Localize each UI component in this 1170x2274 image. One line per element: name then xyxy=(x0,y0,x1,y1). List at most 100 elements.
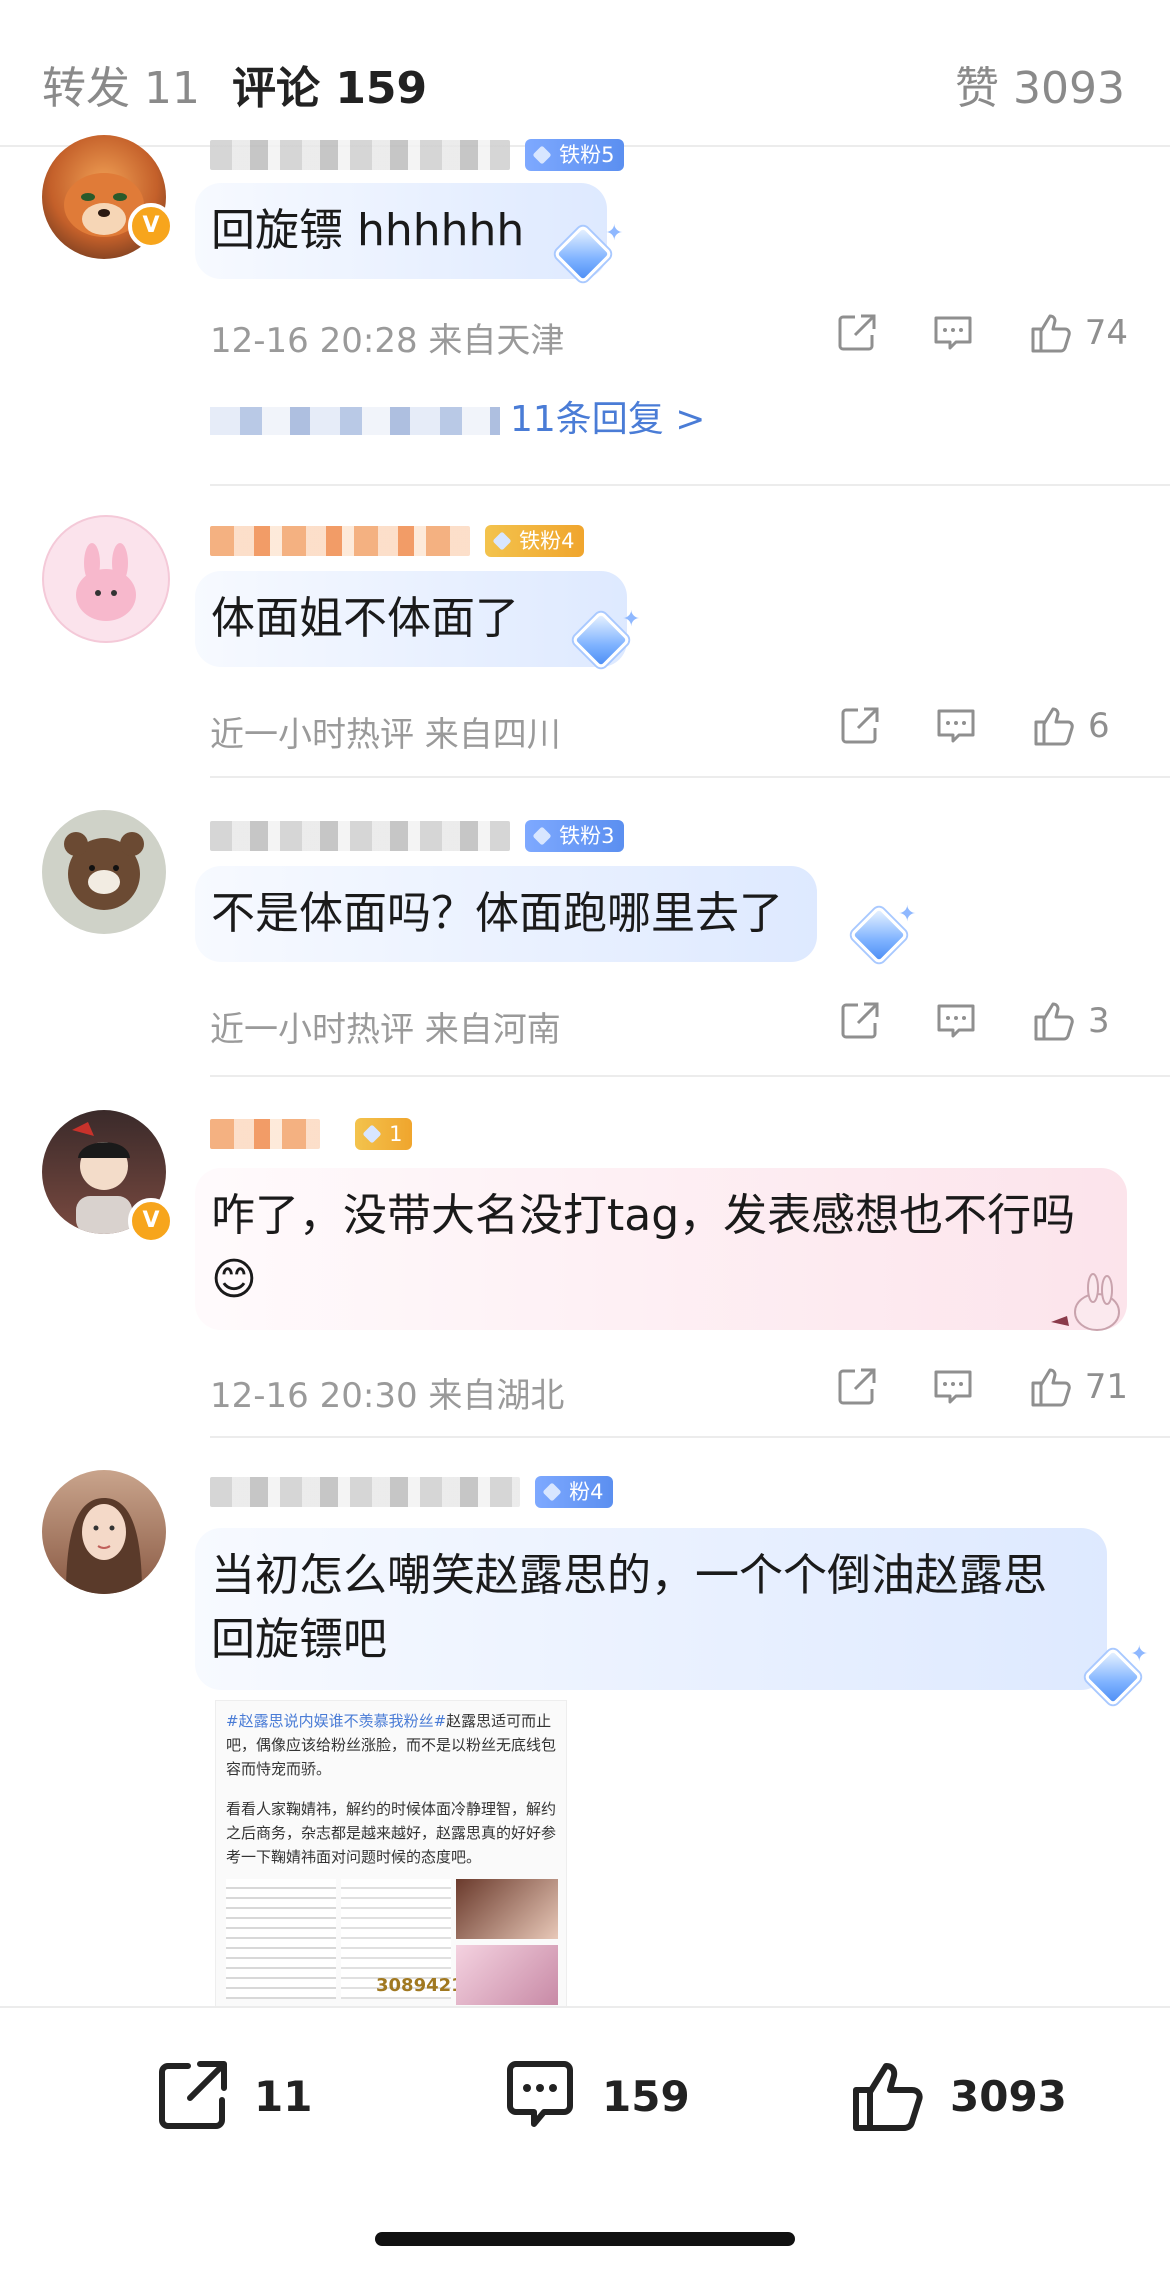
thumbs-up-icon xyxy=(1031,1368,1071,1407)
share-button[interactable] xyxy=(838,999,882,1043)
sparkle-icon: ✦ xyxy=(622,607,641,632)
username-row: 1 xyxy=(210,1118,413,1164)
fan-badge: 粉4 xyxy=(535,1476,614,1508)
divider xyxy=(210,776,1170,778)
username-row: 铁粉4 xyxy=(210,525,585,571)
tab-comments[interactable]: 评论 159 xyxy=(232,52,427,116)
bottom-like-count: 3093 xyxy=(950,2071,1067,2121)
username-blurred[interactable] xyxy=(210,1477,520,1507)
share-icon xyxy=(838,314,876,351)
fan-badge: 铁粉3 xyxy=(525,820,625,852)
comment-icon xyxy=(934,316,972,350)
sparkle-icon: ✦ xyxy=(605,221,624,246)
like-count: 71 xyxy=(1084,1367,1128,1407)
replier-names-blurred xyxy=(210,407,500,435)
attachment-body-2: 看看人家鞠婧祎，解约的时候体面冷静理智，解约之后商务，杂志都是越来越好，赵露思真… xyxy=(226,1800,557,1866)
more-replies-label: 11条回复 > xyxy=(510,399,706,440)
attachment-photo-thumb xyxy=(456,1945,558,2005)
comment-tabs: 转发 11 评论 159 赞 3093 xyxy=(0,0,1170,147)
reply-button[interactable] xyxy=(931,1365,975,1409)
divider xyxy=(210,1075,1170,1077)
comment-text-line1: 咋了，没带大名没打tag，发表感想也不行吗 xyxy=(211,1190,1076,1241)
username-blurred[interactable] xyxy=(210,526,470,556)
comment-actions: 74 xyxy=(783,308,1128,358)
bottom-like-button[interactable]: 3093 xyxy=(848,2056,1067,2136)
comment-meta: 12-16 20:30 来自湖北 xyxy=(210,1376,565,1416)
like-count: 74 xyxy=(1084,313,1128,353)
comment-meta: 近一小时热评 来自四川 xyxy=(210,715,561,755)
comment-icon xyxy=(937,709,975,743)
share-button[interactable] xyxy=(835,311,879,355)
attachment-photo-thumb xyxy=(456,1879,558,1939)
thumbs-up-icon xyxy=(1034,707,1074,746)
like-count: 6 xyxy=(1088,706,1110,746)
comment-attached-image[interactable]: #赵露思说内娱谁不羡慕我粉丝#赵露思适可而止吧，偶像应该给粉丝涨脸，而不是以粉丝… xyxy=(215,1700,567,2012)
plush-bear-avatar-icon xyxy=(64,832,144,910)
username-blurred[interactable] xyxy=(210,821,510,851)
username-row: 粉4 xyxy=(210,1476,614,1522)
comment-text-line2: 回旋镖吧 xyxy=(211,1614,387,1665)
username-row: 铁粉5 xyxy=(210,139,625,185)
comment-item: V 铁粉5 回旋镖 hhhhhh ✦ 12-16 20:28 来自天津 74 1… xyxy=(0,135,1170,485)
attachment-text: #赵露思说内娱谁不羡慕我粉丝#赵露思适可而止吧，偶像应该给粉丝涨脸，而不是以粉丝… xyxy=(216,1701,566,1789)
comment-bubble: 咋了，没带大名没打tag，发表感想也不行吗 😊 xyxy=(195,1168,1127,1330)
comment-text-line1: 当初怎么嘲笑赵露思的，一个个倒油赵露思 xyxy=(211,1550,1047,1601)
fan-badge: 铁粉4 xyxy=(485,525,585,557)
share-icon xyxy=(838,1368,876,1405)
reply-button[interactable] xyxy=(931,311,975,355)
bunny-avatar-icon xyxy=(76,543,136,621)
comment-bubble: 体面姐不体面了 xyxy=(195,571,627,667)
share-icon xyxy=(841,707,879,744)
avatar[interactable] xyxy=(42,1470,166,1594)
comment-meta: 12-16 20:28 来自天津 xyxy=(210,321,565,361)
person-avatar-icon xyxy=(66,1498,142,1594)
like-button[interactable]: 71 xyxy=(1027,1363,1128,1411)
comment-text: 体面姐不体面了 xyxy=(211,593,519,644)
username-row: 铁粉3 xyxy=(210,820,625,866)
verified-badge-icon: V xyxy=(128,1198,174,1244)
comment-text: 不是体面吗？体面跑哪里去了 xyxy=(211,888,783,939)
divider xyxy=(210,1436,1170,1438)
comment-icon xyxy=(934,1370,972,1404)
username-blurred[interactable] xyxy=(210,1119,320,1149)
fan-badge: 铁粉5 xyxy=(525,139,625,171)
avatar[interactable] xyxy=(42,810,166,934)
like-count: 3 xyxy=(1088,1001,1110,1041)
bottom-repost-count: 11 xyxy=(254,2071,313,2121)
avatar[interactable] xyxy=(42,515,170,643)
tab-reposts[interactable]: 转发 11 xyxy=(42,52,200,116)
share-button[interactable] xyxy=(838,704,882,748)
comment-actions: 71 xyxy=(783,1362,1128,1412)
fan-badge: 1 xyxy=(355,1118,413,1150)
like-button[interactable]: 74 xyxy=(1027,309,1128,357)
reply-button[interactable] xyxy=(934,704,978,748)
reply-button[interactable] xyxy=(934,999,978,1043)
bottom-comment-count: 159 xyxy=(602,2071,690,2121)
sparkle-icon: ✦ xyxy=(898,902,917,927)
share-icon xyxy=(841,1002,879,1039)
bunny-sticker-icon xyxy=(1051,1273,1120,1331)
comment-actions: 3 xyxy=(786,996,1128,1046)
home-indicator[interactable] xyxy=(375,2232,795,2246)
tab-likes[interactable]: 赞 3093 xyxy=(955,52,1125,116)
share-button[interactable] xyxy=(835,1365,879,1409)
comment-item: 铁粉4 体面姐不体面了 ✦ 近一小时热评 来自四川 6 xyxy=(0,515,1170,785)
comment-item: V 1 咋了，没带大名没打tag，发表感想也不行吗 😊 12-16 20:30 … xyxy=(0,1110,1170,1430)
comment-actions: 6 xyxy=(786,701,1128,751)
attachment-screenshot-thumb xyxy=(226,1879,336,1999)
verified-badge-icon: V xyxy=(128,203,174,249)
like-button[interactable]: 6 xyxy=(1030,702,1128,750)
username-blurred[interactable] xyxy=(210,140,510,170)
thumbs-up-icon xyxy=(853,2063,923,2131)
bottom-comment-button[interactable]: 159 xyxy=(500,2056,690,2136)
comment-bubble: 不是体面吗？体面跑哪里去了 xyxy=(195,866,817,962)
thumbs-up-icon xyxy=(1031,314,1071,353)
like-button[interactable]: 3 xyxy=(1030,997,1128,1045)
bottom-repost-button[interactable]: 11 xyxy=(152,2056,312,2136)
view-more-replies-link[interactable]: 11条回复 > xyxy=(210,390,705,442)
comment-bubble: 当初怎么嘲笑赵露思的，一个个倒油赵露思 回旋镖吧 xyxy=(195,1528,1107,1690)
emoji-smile-icon: 😊 xyxy=(211,1254,257,1305)
comment-icon xyxy=(937,1004,975,1038)
attachment-hashtag[interactable]: #赵露思说内娱谁不羡慕我粉丝# xyxy=(226,1712,446,1730)
share-icon xyxy=(159,2061,227,2129)
